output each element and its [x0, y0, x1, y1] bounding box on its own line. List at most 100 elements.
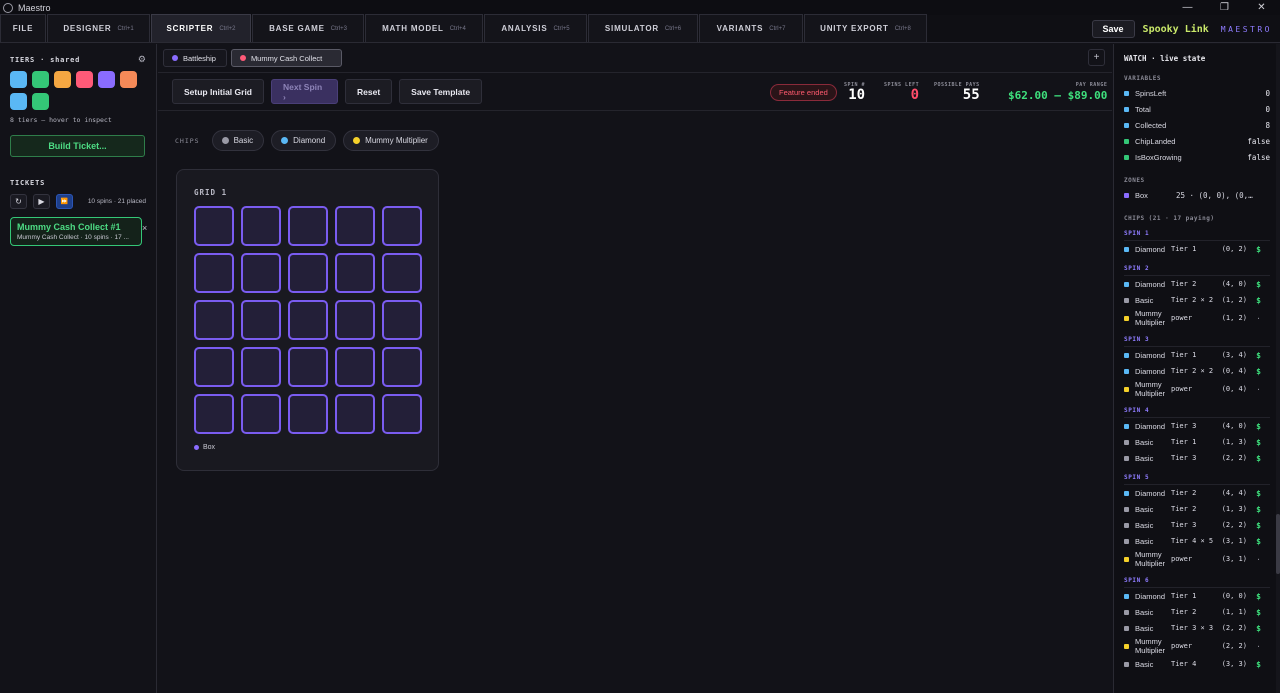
grid-cell[interactable] [335, 347, 375, 387]
chip-basic[interactable]: Basic [211, 130, 265, 151]
grid-cell[interactable] [194, 253, 234, 293]
chip-entry-row[interactable]: Diamond Tier 3 (4, 0) $ [1124, 418, 1270, 434]
grid-cell[interactable] [241, 394, 281, 434]
save-template-button[interactable]: Save Template [399, 79, 483, 104]
chip-color [1124, 297, 1129, 303]
grid-cell[interactable] [335, 394, 375, 434]
tab-scripter[interactable]: SCRIPTER Ctrl+2 [151, 14, 251, 42]
chip-entry-row[interactable]: Diamond Tier 2 (4, 4) $ [1124, 485, 1270, 501]
chips-palette: CHIPS Basic Diamond Mummy Multiplier [175, 130, 446, 151]
restore-icon[interactable]: ❐ [1206, 0, 1243, 15]
grid-cell[interactable] [194, 347, 234, 387]
tier-swatch[interactable] [32, 93, 49, 110]
setup-initial-grid-button[interactable]: Setup Initial Grid [172, 79, 265, 104]
tab-unity-export[interactable]: UNITY EXPORT Ctrl+8 [804, 14, 927, 42]
close-icon[interactable]: ✕ [1243, 0, 1280, 15]
chip-entry-row[interactable]: Basic Tier 4 (3, 3) $ [1124, 656, 1270, 672]
tier-swatch[interactable] [54, 71, 71, 88]
chip-entry-row[interactable]: Diamond Tier 1 (3, 4) $ [1124, 347, 1270, 363]
close-icon[interactable]: × [142, 223, 147, 233]
chip-entry-row[interactable]: Mummy Multiplier power (2, 2) · [1124, 636, 1270, 656]
chip-entry-row[interactable]: Diamond Tier 2 (4, 0) $ [1124, 276, 1270, 292]
grid-cell[interactable] [241, 206, 281, 246]
scrollbar-thumb[interactable] [1276, 514, 1280, 574]
ticket-card[interactable]: Mummy Cash Collect #1 Mummy Cash Collect… [10, 217, 142, 246]
fast-forward-icon[interactable]: ⏩ [56, 194, 73, 209]
next-spin-button[interactable]: Next Spin › [271, 79, 339, 104]
grid-cell[interactable] [288, 300, 328, 340]
grid-cell[interactable] [241, 253, 281, 293]
variable-value: 0 [1265, 88, 1270, 98]
grid-cell[interactable] [288, 347, 328, 387]
grid-cell[interactable] [288, 253, 328, 293]
grid-cell[interactable] [382, 394, 422, 434]
add-scenario-button[interactable]: + [1088, 49, 1105, 66]
tab-label: FILE [12, 24, 34, 33]
grid-cell[interactable] [241, 347, 281, 387]
tab-analysis[interactable]: ANALYSIS Ctrl+5 [484, 14, 587, 42]
chip-entry-row[interactable]: Basic Tier 2 (1, 3) $ [1124, 501, 1270, 517]
chip-mummy-multiplier[interactable]: Mummy Multiplier [343, 130, 439, 151]
tab-designer[interactable]: DESIGNER Ctrl+1 [47, 14, 150, 42]
chip-color [1124, 625, 1129, 631]
chip-entry-row[interactable]: Basic Tier 2 × 2 (1, 2) $ [1124, 292, 1270, 308]
tier-swatch[interactable] [76, 71, 93, 88]
tab-file[interactable]: FILE [0, 14, 46, 42]
save-button[interactable]: Save [1091, 20, 1135, 38]
grid-cell[interactable] [288, 394, 328, 434]
tier-swatch[interactable] [10, 71, 27, 88]
gear-icon[interactable]: ⚙ [138, 54, 146, 65]
scenario-tabs: Battleship Mummy Cash Collect [163, 49, 346, 67]
chip-pay: $ [1256, 536, 1261, 546]
grid-cell[interactable] [335, 300, 375, 340]
chip-pay: $ [1256, 437, 1261, 447]
chip-entry-row[interactable]: Diamond Tier 2 × 2 (0, 4) $ [1124, 363, 1270, 379]
grid-cell[interactable] [382, 300, 422, 340]
chip-entry-row[interactable]: Mummy Multiplier power (1, 2) · [1124, 308, 1270, 328]
tier-swatch[interactable] [120, 71, 137, 88]
tier-swatch[interactable] [98, 71, 115, 88]
chip-name: Basic [1135, 623, 1154, 633]
chip-entry-row[interactable]: Mummy Multiplier power (0, 4) · [1124, 379, 1270, 399]
scenario-tab-mummy-cash-collect[interactable]: Mummy Cash Collect [230, 49, 342, 67]
scrollbar[interactable] [1276, 44, 1280, 693]
reset-icon[interactable]: ↻ [10, 194, 27, 209]
chip-position: (2, 2) [1221, 624, 1247, 632]
grid-cell[interactable] [241, 300, 281, 340]
tab-variants[interactable]: VARIANTS Ctrl+7 [699, 14, 803, 42]
build-ticket-button[interactable]: Build Ticket... [10, 135, 145, 157]
grid-cell[interactable] [194, 206, 234, 246]
tab-shortcut: Ctrl+7 [769, 25, 786, 32]
grid-cell[interactable] [335, 206, 375, 246]
chip-entry-row[interactable]: Basic Tier 2 (1, 1) $ [1124, 604, 1270, 620]
scenario-tab-battleship[interactable]: Battleship [163, 49, 227, 67]
chip-entry-row[interactable]: Basic Tier 3 × 3 (2, 2) $ [1124, 620, 1270, 636]
tab-simulator[interactable]: SIMULATOR Ctrl+6 [588, 14, 698, 42]
reset-button[interactable]: Reset [345, 79, 393, 104]
grid-cell[interactable] [194, 394, 234, 434]
grid-cell[interactable] [382, 347, 422, 387]
chip-entry-row[interactable]: Basic Tier 3 (2, 2) $ [1124, 450, 1270, 466]
zone-color [1124, 192, 1129, 198]
minimize-icon[interactable]: — [1169, 0, 1206, 15]
grid-cell[interactable] [288, 206, 328, 246]
grid-cell[interactable] [194, 300, 234, 340]
chip-entry-row[interactable]: Basic Tier 1 (1, 3) $ [1124, 434, 1270, 450]
chip-entry-row[interactable]: Diamond Tier 1 (0, 0) $ [1124, 588, 1270, 604]
tier-swatch[interactable] [10, 93, 27, 110]
tab-math-model[interactable]: MATH MODEL Ctrl+4 [365, 14, 483, 42]
chip-color [1124, 281, 1129, 287]
tab-base-game[interactable]: BASE GAME Ctrl+3 [252, 14, 364, 42]
tier-swatch[interactable] [32, 71, 49, 88]
grid-cell[interactable] [335, 253, 375, 293]
play-icon[interactable]: ▶ [33, 194, 50, 209]
chip-entry-row[interactable]: Diamond Tier 1 (0, 2) $ [1124, 241, 1270, 257]
spin-header: SPIN 2 [1124, 265, 1270, 276]
chip-entry-row[interactable]: Basic Tier 4 × 5 (3, 1) $ [1124, 533, 1270, 549]
chip-diamond[interactable]: Diamond [271, 130, 337, 151]
grid-cell[interactable] [382, 253, 422, 293]
grid-cell[interactable] [382, 206, 422, 246]
chip-color [1124, 315, 1129, 321]
chip-entry-row[interactable]: Mummy Multiplier power (3, 1) · [1124, 549, 1270, 569]
chip-entry-row[interactable]: Basic Tier 3 (2, 2) $ [1124, 517, 1270, 533]
